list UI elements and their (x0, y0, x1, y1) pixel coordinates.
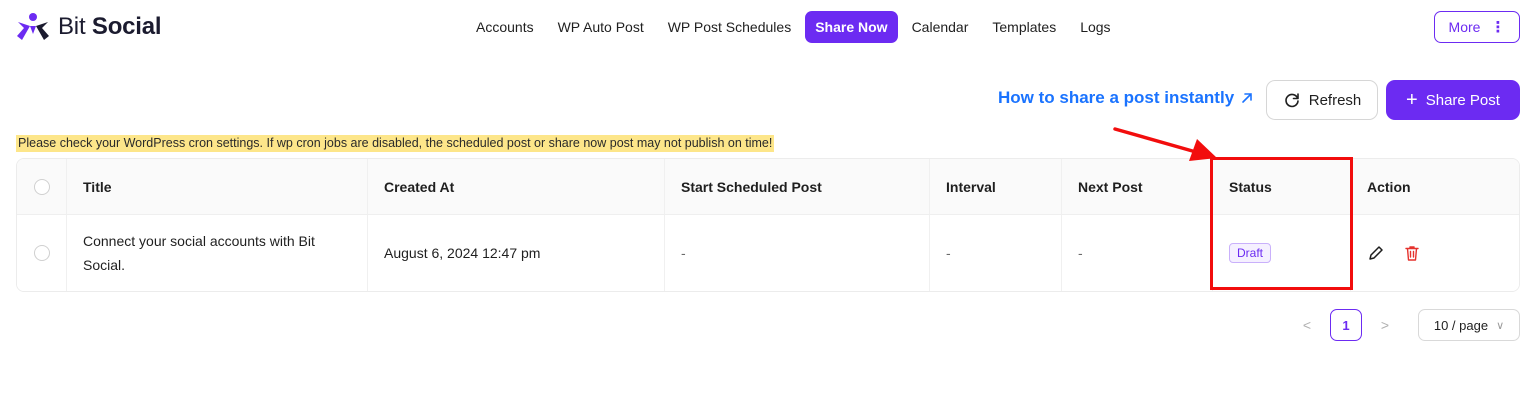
column-header-interval[interactable]: Interval (930, 159, 1062, 214)
refresh-label: Refresh (1308, 91, 1362, 109)
share-post-label: Share Post (1425, 91, 1500, 109)
start-scheduled-post-value: - (681, 245, 686, 261)
status-badge: Draft (1229, 243, 1272, 263)
cell-action (1351, 215, 1519, 291)
cell-title: Connect your social accounts with Bit So… (67, 215, 368, 291)
row-actions (1367, 244, 1421, 262)
column-header-next-post[interactable]: Next Post (1062, 159, 1213, 214)
next-page-button[interactable]: > (1376, 317, 1394, 333)
row-checkbox[interactable] (33, 245, 50, 261)
nav-item-templates[interactable]: Templates (982, 11, 1066, 43)
nav-item-calendar[interactable]: Calendar (902, 11, 979, 43)
page-1-button[interactable]: 1 (1330, 309, 1362, 341)
refresh-icon (1284, 93, 1299, 108)
table-header-row: Title Created At Start Scheduled Post In… (17, 159, 1519, 215)
cell-status: Draft (1213, 215, 1351, 291)
vertical-dots-icon: ⋮ (1490, 19, 1506, 36)
share-post-button[interactable]: + Share Post (1386, 80, 1520, 120)
more-label: More (1448, 19, 1481, 35)
select-all-checkbox[interactable] (33, 178, 50, 195)
column-header-status[interactable]: Status (1213, 159, 1351, 214)
cell-interval: - (930, 215, 1062, 291)
brand-name-bold: Social (91, 13, 162, 40)
nav-item-wp-auto-post[interactable]: WP Auto Post (548, 11, 654, 43)
brand-name-regular: Bit (58, 13, 86, 40)
row-select-cell (17, 215, 67, 291)
brand-name: Bit Social (58, 13, 162, 41)
more-button[interactable]: More ⋮ (1434, 11, 1520, 43)
brand-logo[interactable]: Bit Social (16, 10, 162, 44)
nav-item-share-now[interactable]: Share Now (805, 11, 898, 43)
cell-start-scheduled-post: - (665, 215, 930, 291)
pagination: < 1 > 10 / page ∨ (1298, 309, 1520, 341)
chevron-down-icon: ∨ (1496, 319, 1505, 332)
interval-value: - (946, 245, 951, 261)
posts-table: Title Created At Start Scheduled Post In… (16, 158, 1520, 292)
edit-icon[interactable] (1367, 244, 1385, 262)
column-header-title[interactable]: Title (67, 159, 368, 214)
next-post-value: - (1078, 245, 1083, 261)
nav-item-accounts[interactable]: Accounts (466, 11, 544, 43)
table-row[interactable]: Connect your social accounts with Bit So… (17, 215, 1519, 291)
howto-link[interactable]: How to share a post instantly (998, 88, 1254, 108)
external-arrow-icon (1242, 93, 1252, 103)
cell-created-at: August 6, 2024 12:47 pm (368, 215, 665, 291)
page-size-select[interactable]: 10 / page ∨ (1418, 309, 1520, 341)
refresh-button[interactable]: Refresh (1266, 80, 1378, 120)
column-header-created-at[interactable]: Created At (368, 159, 665, 214)
column-header-start-scheduled-post[interactable]: Start Scheduled Post (665, 159, 930, 214)
bit-social-logo-icon (17, 13, 49, 40)
cron-warning: Please check your WordPress cron setting… (16, 135, 775, 152)
prev-page-button[interactable]: < (1298, 317, 1316, 333)
plus-icon: + (1406, 89, 1418, 111)
nav-item-logs[interactable]: Logs (1070, 11, 1120, 43)
post-title: Connect your social accounts with Bit So… (83, 233, 315, 273)
delete-icon[interactable] (1403, 244, 1421, 262)
page-size-label: 10 / page (1433, 317, 1489, 333)
column-header-action: Action (1367, 178, 1411, 195)
nav-item-wp-post-schedules[interactable]: WP Post Schedules (658, 11, 801, 43)
cell-next-post: - (1062, 215, 1213, 291)
howto-label: How to share a post instantly (998, 88, 1235, 107)
main-nav: Accounts WP Auto Post WP Post Schedules … (466, 11, 1121, 43)
select-all-cell (17, 159, 67, 214)
